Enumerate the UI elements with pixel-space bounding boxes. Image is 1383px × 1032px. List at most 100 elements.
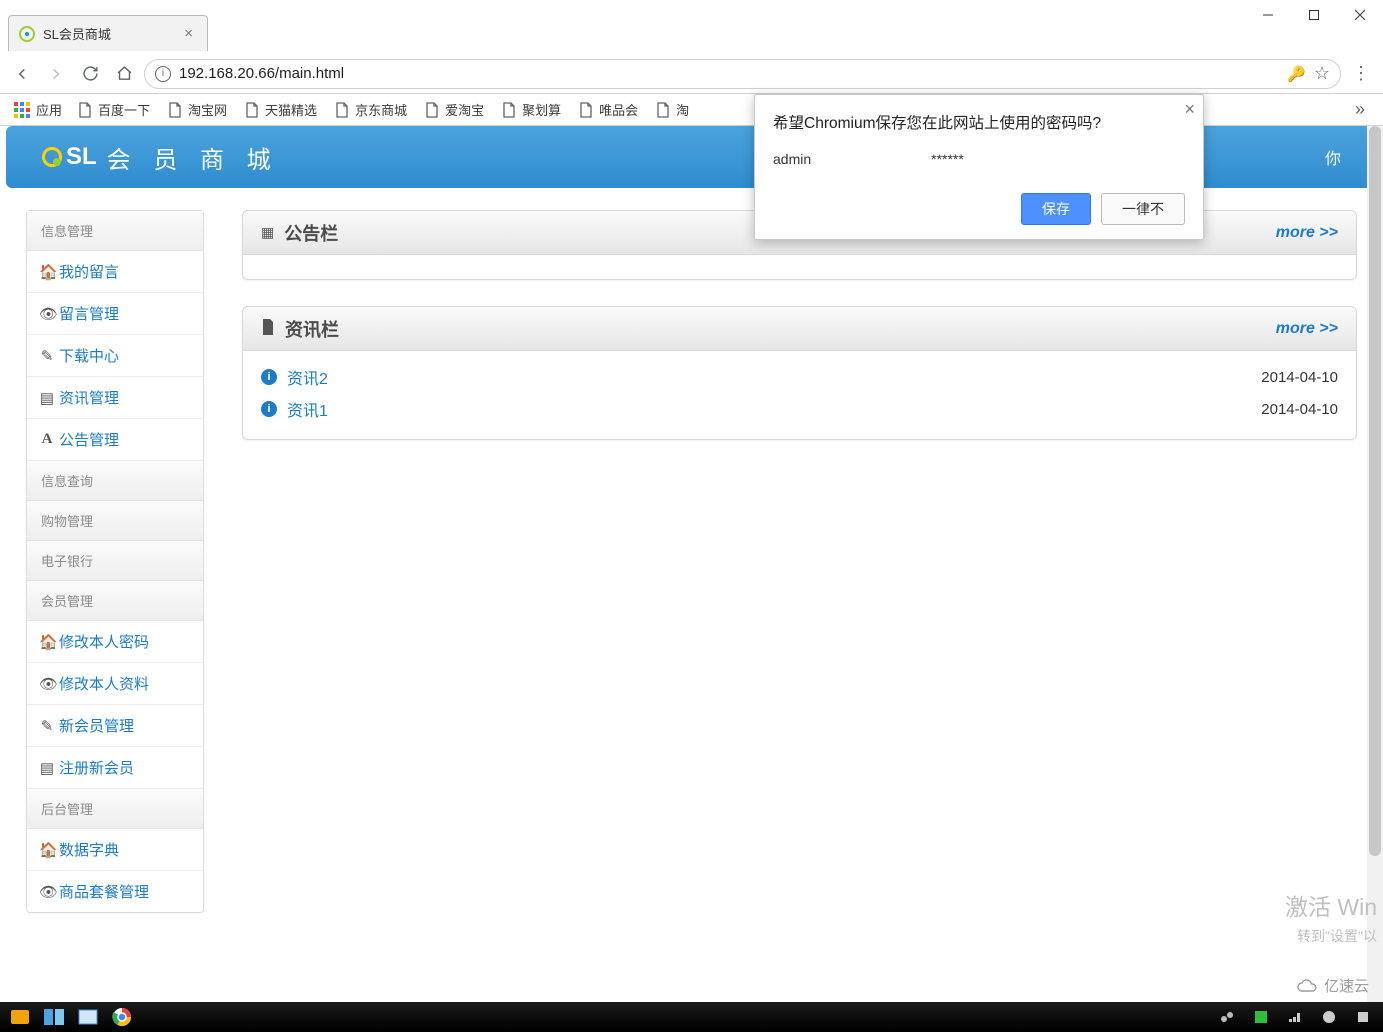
sidebar-item-register-member[interactable]: ▤注册新会员 xyxy=(27,747,203,789)
tab-close-icon[interactable]: × xyxy=(184,25,193,42)
eye-icon: 👁 xyxy=(39,883,55,901)
browser-titlebar: SL会员商城 × xyxy=(0,0,1383,54)
bookmarks-overflow-button[interactable]: » xyxy=(1345,99,1375,120)
sidebar-item-news-manage[interactable]: ▤资讯管理 xyxy=(27,377,203,419)
more-link[interactable]: more >> xyxy=(1276,224,1338,242)
eye-icon: 👁 xyxy=(39,305,55,323)
site-info-icon[interactable]: i xyxy=(155,66,171,82)
nav-reload-button[interactable] xyxy=(76,60,104,88)
bookmark-star-icon[interactable]: ☆ xyxy=(1314,63,1330,84)
page-icon xyxy=(425,102,439,118)
apps-grid-icon xyxy=(14,102,30,118)
brand-sl: SL xyxy=(66,143,97,171)
main-content: ▦ 公告栏 more >> 资讯栏 more >> i 资讯2 2014-04-… xyxy=(242,210,1357,440)
window-maximize-button[interactable] xyxy=(1291,0,1337,30)
taskbar-chrome-icon[interactable] xyxy=(108,1005,136,1029)
news-date: 2014-04-10 xyxy=(1261,401,1338,418)
sidebar-item-change-profile[interactable]: 👁修改本人资料 xyxy=(27,663,203,705)
taskbar-app-icon[interactable] xyxy=(74,1005,102,1029)
news-row[interactable]: i 资讯1 2014-04-10 xyxy=(261,393,1338,425)
cloud-watermark: 亿速云 xyxy=(1296,975,1369,996)
panel-title: 公告栏 xyxy=(284,220,338,246)
page-icon xyxy=(245,102,259,118)
tray-icon[interactable] xyxy=(1247,1005,1275,1029)
list-icon: ▤ xyxy=(39,389,55,407)
tray-icon[interactable] xyxy=(1213,1005,1241,1029)
taskbar-app-icon[interactable] xyxy=(40,1005,68,1029)
sidebar: 信息管理 🏠我的留言 👁留言管理 ✎下载中心 ▤资讯管理 A公告管理 信息查询 … xyxy=(26,210,204,913)
bookmark-item[interactable]: 淘 xyxy=(648,96,697,123)
news-row[interactable]: i 资讯2 2014-04-10 xyxy=(261,361,1338,393)
news-title: 资讯2 xyxy=(287,365,328,389)
windows-activation-line1: 激活 Win xyxy=(1285,888,1377,922)
sidebar-group-header[interactable]: 电子银行 xyxy=(27,541,203,581)
sidebar-item-my-messages[interactable]: 🏠我的留言 xyxy=(27,251,203,293)
apps-button[interactable]: 应用 xyxy=(8,96,68,123)
taskbar-app-icon[interactable] xyxy=(6,1005,34,1029)
header-right-text: 你 xyxy=(1325,145,1341,169)
window-close-button[interactable] xyxy=(1337,0,1383,30)
bookmark-item[interactable]: 淘宝网 xyxy=(160,96,235,123)
page-icon xyxy=(168,102,182,118)
sidebar-item-download-center[interactable]: ✎下载中心 xyxy=(27,335,203,377)
scrollbar-thumb[interactable] xyxy=(1369,126,1381,856)
sidebar-item-notice-manage[interactable]: A公告管理 xyxy=(27,419,203,461)
bookmark-item[interactable]: 唯品会 xyxy=(571,96,646,123)
page-scrollbar[interactable] xyxy=(1367,126,1383,1002)
bookmark-item[interactable]: 聚划算 xyxy=(494,96,569,123)
bookmark-item[interactable]: 百度一下 xyxy=(70,96,158,123)
panel-title: 资讯栏 xyxy=(285,316,339,342)
sidebar-group-header[interactable]: 购物管理 xyxy=(27,501,203,541)
panel-header: 资讯栏 more >> xyxy=(243,307,1356,351)
bookmark-item[interactable]: 天猫精选 xyxy=(237,96,325,123)
key-icon[interactable]: 🔑 xyxy=(1287,65,1306,83)
brand-text: 会 员 商 城 xyxy=(107,140,279,175)
sidebar-item-message-manage[interactable]: 👁留言管理 xyxy=(27,293,203,335)
browser-menu-button[interactable]: ⋮ xyxy=(1347,60,1375,88)
tab-strip: SL会员商城 × xyxy=(8,15,208,51)
font-icon: A xyxy=(39,431,55,448)
popup-username: admin xyxy=(773,151,811,167)
panel-body xyxy=(243,255,1356,279)
tray-icon[interactable] xyxy=(1281,1005,1309,1029)
bookmark-item[interactable]: 爱淘宝 xyxy=(417,96,492,123)
apps-label: 应用 xyxy=(36,100,62,119)
file-icon xyxy=(261,319,275,338)
sidebar-item-data-dict[interactable]: 🏠数据字典 xyxy=(27,829,203,871)
home-icon: 🏠 xyxy=(39,633,55,651)
browser-tab[interactable]: SL会员商城 × xyxy=(8,15,208,51)
browser-toolbar: i 192.168.20.66/main.html 🔑 ☆ ⋮ xyxy=(0,54,1383,94)
favicon-icon xyxy=(19,26,35,42)
eye-icon: 👁 xyxy=(39,675,55,693)
nav-home-button[interactable] xyxy=(110,60,138,88)
page-icon xyxy=(502,102,516,118)
tray-icon[interactable] xyxy=(1315,1005,1343,1029)
edit-icon: ✎ xyxy=(39,347,55,365)
save-password-popup: × 希望Chromium保存您在此网站上使用的密码吗? admin ******… xyxy=(754,94,1204,240)
more-link[interactable]: more >> xyxy=(1276,320,1338,338)
sidebar-item-product-package[interactable]: 👁商品套餐管理 xyxy=(27,871,203,912)
info-icon: i xyxy=(261,401,277,417)
sidebar-group-header: 后台管理 xyxy=(27,789,203,829)
sidebar-group-header[interactable]: 信息查询 xyxy=(27,461,203,501)
sidebar-item-change-password[interactable]: 🏠修改本人密码 xyxy=(27,621,203,663)
never-button[interactable]: 一律不 xyxy=(1101,193,1185,225)
save-button[interactable]: 保存 xyxy=(1021,193,1091,225)
window-minimize-button[interactable] xyxy=(1245,0,1291,30)
nav-back-button[interactable] xyxy=(8,60,36,88)
url-text: 192.168.20.66/main.html xyxy=(179,65,1279,82)
popup-close-icon[interactable]: × xyxy=(1184,99,1195,120)
popup-message: 希望Chromium保存您在此网站上使用的密码吗? xyxy=(773,111,1185,133)
sidebar-item-new-member-manage[interactable]: ✎新会员管理 xyxy=(27,705,203,747)
sidebar-group-header: 信息管理 xyxy=(27,211,203,251)
page-icon xyxy=(656,102,670,118)
site-brand: SL 会 员 商 城 xyxy=(42,140,279,175)
bookmark-item[interactable]: 京东商城 xyxy=(327,96,415,123)
tray-icon[interactable] xyxy=(1349,1005,1377,1029)
nav-forward-button[interactable] xyxy=(42,60,70,88)
edit-icon: ✎ xyxy=(39,717,55,735)
news-panel: 资讯栏 more >> i 资讯2 2014-04-10 i 资讯1 2014-… xyxy=(242,306,1357,440)
brand-ring-icon xyxy=(42,147,62,167)
windows-taskbar xyxy=(0,1002,1383,1032)
address-bar[interactable]: i 192.168.20.66/main.html 🔑 ☆ xyxy=(144,59,1341,89)
